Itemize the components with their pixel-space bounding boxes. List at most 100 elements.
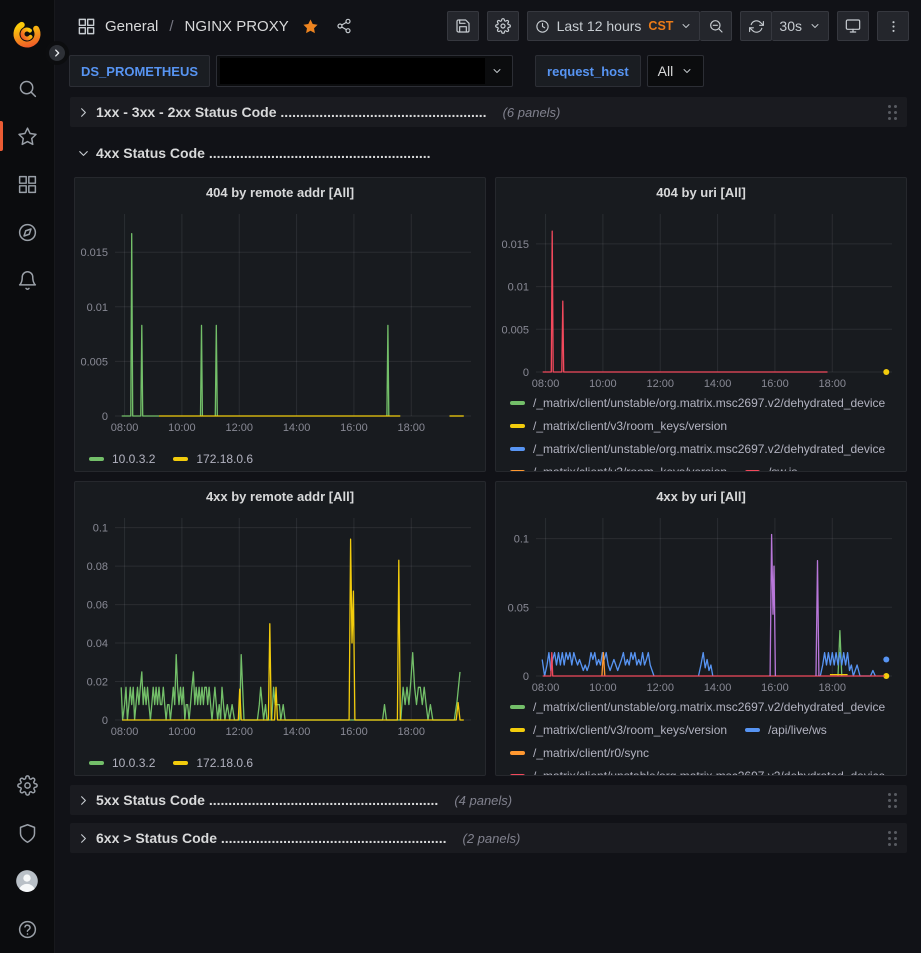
panel-title[interactable]: 404 by uri [All]: [496, 178, 906, 206]
row-6xx-status-code[interactable]: 6xx > Status Code ......................…: [70, 823, 907, 853]
chart-canvas[interactable]: 08:0010:0012:0014:0016:0018:0000.0050.01…: [75, 206, 485, 436]
breadcrumb-folder[interactable]: General: [105, 18, 158, 35]
legend-swatch: [745, 470, 760, 471]
y-tick-label: 0.04: [87, 638, 108, 650]
row-drag-handle[interactable]: [888, 793, 897, 808]
refresh-icon: [749, 19, 764, 34]
legend-item[interactable]: /_matrix/client/unstable/org.matrix.msc2…: [510, 768, 885, 775]
chart-legend: /_matrix/client/unstable/org.matrix.msc2…: [496, 393, 906, 471]
legend-label: /_matrix/client/unstable/org.matrix.msc2…: [533, 441, 885, 457]
help-circle-icon: [17, 919, 38, 940]
legend-item[interactable]: 172.18.0.6: [173, 750, 253, 775]
legend-item[interactable]: /_matrix/client/r0/sync: [510, 745, 649, 761]
legend-item[interactable]: /_matrix/client/v3/room_keys/version: [510, 418, 727, 434]
time-range-label: Last 12 hours: [557, 18, 642, 34]
save-dashboard-button[interactable]: [447, 11, 479, 41]
sidebar-item-help[interactable]: [0, 905, 54, 953]
row-drag-handle[interactable]: [888, 105, 897, 120]
legend-item[interactable]: /_matrix/client/unstable/org.matrix.msc2…: [510, 441, 885, 457]
legend-item[interactable]: 10.0.3.2: [89, 750, 155, 775]
sidebar-item-server-admin[interactable]: [0, 809, 54, 857]
variable-value-request-host[interactable]: All: [647, 55, 705, 87]
legend-swatch: [510, 447, 525, 451]
panel-title[interactable]: 404 by remote addr [All]: [75, 178, 485, 206]
row-5xx-status-code[interactable]: 5xx Status Code ........................…: [70, 785, 907, 815]
time-series-chart[interactable]: 08:0010:0012:0014:0016:0018:0000.050.1: [496, 510, 906, 697]
sidebar-item-starred[interactable]: [0, 112, 54, 160]
kebab-menu-icon: [886, 19, 901, 34]
dashboard-toolbar: Last 12 hours CST: [447, 11, 909, 41]
share-dashboard-button[interactable]: [332, 14, 356, 38]
y-tick-label: 0: [102, 411, 108, 423]
x-tick-label: 12:00: [646, 378, 674, 390]
row-panel-count: (4 panels): [454, 793, 512, 808]
panel-title[interactable]: 4xx by uri [All]: [496, 482, 906, 510]
x-tick-label: 18:00: [819, 682, 847, 694]
dashboard-menu-button[interactable]: [877, 11, 909, 41]
sidebar-expand-button[interactable]: [45, 41, 69, 65]
legend-label: 10.0.3.2: [112, 451, 155, 467]
time-series-chart[interactable]: 08:0010:0012:0014:0016:0018:0000.0050.01…: [75, 206, 485, 438]
row-1xx-3xx-2xx-status-code[interactable]: 1xx - 3xx - 2xx Status Code ............…: [70, 97, 907, 127]
legend-item[interactable]: 172.18.0.6: [173, 446, 253, 471]
sidebar-item-alerting[interactable]: [0, 256, 54, 304]
clock-icon: [535, 19, 550, 34]
time-series-chart[interactable]: 08:0010:0012:0014:0016:0018:0000.0050.01…: [496, 206, 906, 393]
y-tick-label: 0.01: [87, 302, 108, 314]
sidebar-item-search[interactable]: [0, 64, 54, 112]
refresh-interval-picker[interactable]: 30s: [772, 11, 829, 41]
variable-label-request-host[interactable]: request_host: [535, 55, 641, 87]
legend-label: 172.18.0.6: [196, 451, 253, 467]
favorite-star-button[interactable]: [298, 14, 323, 39]
chevron-down-icon: [680, 20, 692, 32]
legend-item[interactable]: /_matrix/client/v3/room_keys/version: [510, 464, 727, 471]
sidebar-item-configuration[interactable]: [0, 761, 54, 809]
refresh-button[interactable]: [740, 11, 772, 41]
apps-grid-icon: [77, 17, 96, 36]
chart-canvas[interactable]: 08:0010:0012:0014:0016:0018:0000.0050.01…: [496, 206, 906, 392]
time-series-chart[interactable]: 08:0010:0012:0014:0016:0018:0000.020.040…: [75, 510, 485, 742]
tv-mode-button[interactable]: [837, 11, 869, 41]
legend-swatch: [173, 457, 188, 461]
legend-swatch: [89, 761, 104, 765]
x-tick-label: 12:00: [225, 726, 253, 738]
breadcrumb: General / NGINX PROXY: [77, 14, 356, 39]
star-filled-icon: [302, 18, 319, 35]
timezone-label: CST: [648, 19, 673, 33]
sidebar-item-explore[interactable]: [0, 208, 54, 256]
dashboard-title[interactable]: NGINX PROXY: [185, 18, 289, 35]
legend-item[interactable]: /sw.js: [745, 464, 797, 471]
panel-title[interactable]: 4xx by remote addr [All]: [75, 482, 485, 510]
x-tick-label: 08:00: [532, 682, 560, 694]
variable-label-ds-prometheus[interactable]: DS_PROMETHEUS: [69, 55, 210, 87]
chart-canvas[interactable]: 08:0010:0012:0014:0016:0018:0000.050.1: [496, 510, 906, 696]
row-4xx-status-code[interactable]: 4xx Status Code ........................…: [70, 138, 907, 168]
series-line: [699, 653, 713, 676]
legend-label: /_matrix/client/unstable/org.matrix.msc2…: [533, 768, 885, 775]
y-tick-label: 0.01: [508, 282, 529, 294]
x-tick-label: 16:00: [761, 682, 789, 694]
legend-item[interactable]: /_matrix/client/unstable/org.matrix.msc2…: [510, 395, 885, 411]
row-drag-handle[interactable]: [888, 831, 897, 846]
dashboard-settings-button[interactable]: [487, 11, 519, 41]
legend-item[interactable]: 10.0.3.2: [89, 446, 155, 471]
chart-canvas[interactable]: 08:0010:0012:0014:0016:0018:0000.020.040…: [75, 510, 485, 740]
x-tick-label: 08:00: [111, 422, 139, 434]
chevron-down-icon: [681, 65, 693, 77]
sidebar-item-dashboards[interactable]: [0, 160, 54, 208]
dashboards-grid-icon: [17, 174, 38, 195]
variable-value-ds-prometheus[interactable]: [216, 55, 513, 87]
legend-item[interactable]: /_matrix/client/v3/room_keys/version: [510, 722, 727, 738]
chevron-right-icon: [52, 48, 62, 58]
legend-label: /_matrix/client/unstable/org.matrix.msc2…: [533, 699, 885, 715]
legend-label: /sw.js: [768, 464, 797, 471]
x-tick-label: 16:00: [761, 378, 789, 390]
chevron-down-icon: [809, 20, 821, 32]
sidebar-item-profile[interactable]: [0, 857, 54, 905]
y-tick-label: 0.06: [87, 600, 108, 612]
legend-item[interactable]: /api/live/ws: [745, 722, 827, 738]
zoom-out-time-button[interactable]: [700, 11, 732, 41]
time-range-picker[interactable]: Last 12 hours CST: [527, 11, 701, 41]
legend-item[interactable]: /_matrix/client/unstable/org.matrix.msc2…: [510, 699, 885, 715]
redacted-value: [220, 58, 485, 84]
